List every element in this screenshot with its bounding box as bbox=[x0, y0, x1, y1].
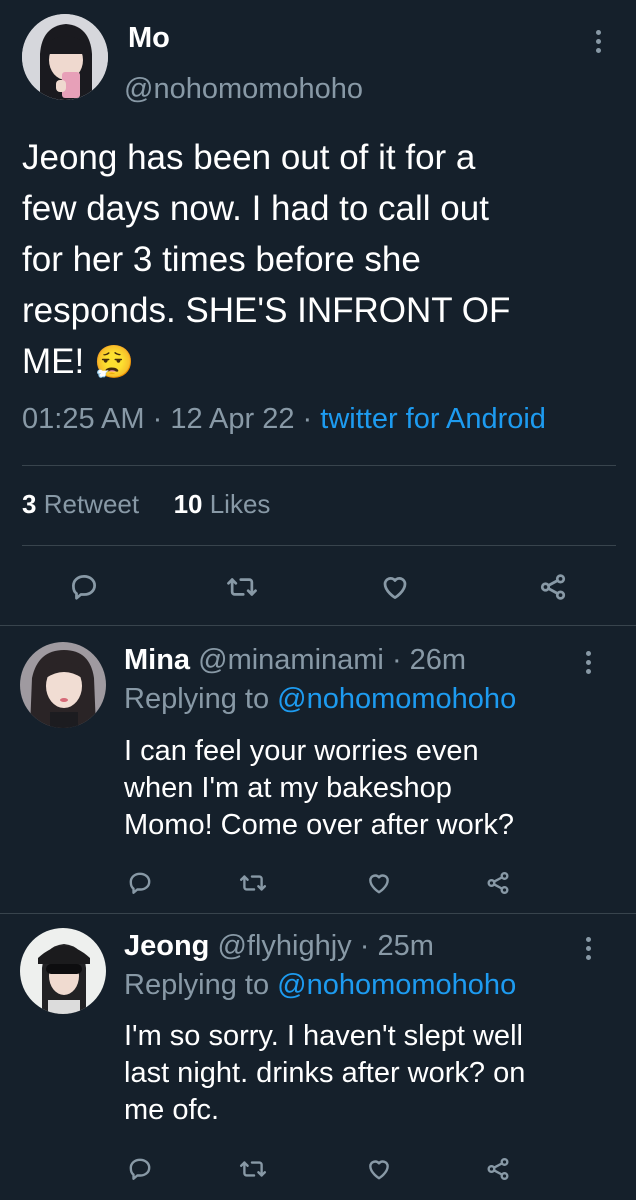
reply-text: I can feel your worries even when I'm at… bbox=[124, 733, 514, 844]
tweet-stats: 3 Retweet 10 Likes bbox=[22, 489, 270, 520]
reply-text-line: I'm so sorry. I haven't slept well bbox=[124, 1020, 523, 1052]
more-icon[interactable] bbox=[584, 937, 592, 960]
share-icon[interactable] bbox=[481, 866, 515, 900]
tweet-time: 01:25 AM bbox=[22, 403, 145, 435]
replying-to-handle[interactable]: @nohomomohoho bbox=[277, 969, 516, 1001]
tweet-date: 12 Apr 22 bbox=[170, 403, 295, 435]
reply-author-handle[interactable]: @flyhighjy bbox=[217, 930, 351, 962]
retweet-icon[interactable] bbox=[236, 1152, 270, 1186]
meta-separator: · bbox=[302, 403, 313, 435]
reply-header: Mina @minaminami · 26m bbox=[124, 644, 466, 677]
like-icon[interactable] bbox=[362, 1152, 396, 1186]
meta-separator: · bbox=[152, 403, 163, 435]
retweet-count[interactable]: 3 bbox=[22, 489, 36, 519]
retweet-icon[interactable] bbox=[236, 866, 270, 900]
tweet-meta: 01:25 AM · 12 Apr 22 · twitter for Andro… bbox=[22, 403, 546, 436]
reply-age: · 25m bbox=[359, 930, 434, 962]
replying-to: Replying to @nohomomohoho bbox=[124, 683, 516, 716]
tweet-text-line: for her 3 times before she bbox=[22, 240, 421, 279]
reply-author-name[interactable]: Jeong bbox=[124, 930, 209, 962]
replying-to-label: Replying to bbox=[124, 683, 270, 715]
reply-author-handle[interactable]: @minaminami bbox=[198, 644, 384, 676]
avatar-photo bbox=[20, 642, 106, 728]
reply-text-line: when I'm at my bakeshop bbox=[124, 772, 452, 804]
comment-icon[interactable] bbox=[123, 1152, 157, 1186]
author-name[interactable]: Mo bbox=[128, 22, 170, 55]
like-count[interactable]: 10 bbox=[174, 489, 203, 519]
avatar[interactable] bbox=[22, 14, 108, 100]
divider bbox=[0, 625, 636, 626]
divider bbox=[22, 545, 616, 546]
more-icon[interactable] bbox=[584, 651, 592, 674]
reply-text-line: I can feel your worries even bbox=[124, 735, 479, 767]
comment-icon[interactable] bbox=[123, 866, 157, 900]
divider bbox=[22, 465, 616, 466]
tweet-text-line: responds. SHE'S INFRONT OF bbox=[22, 291, 511, 330]
reply-text-line: me ofc. bbox=[124, 1094, 220, 1126]
tweet-text: Jeong has been out of it for a few days … bbox=[22, 132, 622, 388]
reply-text: I'm so sorry. I haven't slept well last … bbox=[124, 1018, 525, 1129]
share-icon[interactable] bbox=[536, 570, 570, 604]
exhale-emoji: 😮‍💨 bbox=[93, 344, 134, 380]
avatar-photo bbox=[22, 14, 108, 100]
like-icon[interactable] bbox=[378, 570, 412, 604]
avatar-photo bbox=[20, 928, 106, 1014]
tweet-text-line: Jeong has been out of it for a bbox=[22, 138, 476, 177]
more-icon[interactable] bbox=[594, 30, 602, 53]
reply-text-line: Momo! Come over after work? bbox=[124, 809, 515, 841]
share-icon[interactable] bbox=[481, 1152, 515, 1186]
divider bbox=[0, 913, 636, 914]
like-icon[interactable] bbox=[362, 866, 396, 900]
replying-to: Replying to @nohomomohoho bbox=[124, 969, 516, 1002]
tweet-text-line: few days now. I had to call out bbox=[22, 189, 489, 228]
replying-to-handle[interactable]: @nohomomohoho bbox=[277, 683, 516, 715]
retweet-icon[interactable] bbox=[225, 570, 259, 604]
replying-to-label: Replying to bbox=[124, 969, 270, 1001]
tweet-source[interactable]: twitter for Android bbox=[320, 403, 546, 435]
reply-text-line: last night. drinks after work? on bbox=[124, 1057, 526, 1089]
retweet-label[interactable]: Retweet bbox=[44, 489, 139, 519]
like-label[interactable]: Likes bbox=[210, 489, 271, 519]
avatar[interactable] bbox=[20, 642, 106, 728]
tweet-text-line: ME! bbox=[22, 342, 85, 381]
avatar[interactable] bbox=[20, 928, 106, 1014]
author-handle[interactable]: @nohomomohoho bbox=[124, 73, 363, 106]
comment-icon[interactable] bbox=[67, 570, 101, 604]
reply-author-name[interactable]: Mina bbox=[124, 644, 190, 676]
reply-age: · 26m bbox=[391, 644, 467, 676]
reply-header: Jeong @flyhighjy · 25m bbox=[124, 930, 434, 963]
